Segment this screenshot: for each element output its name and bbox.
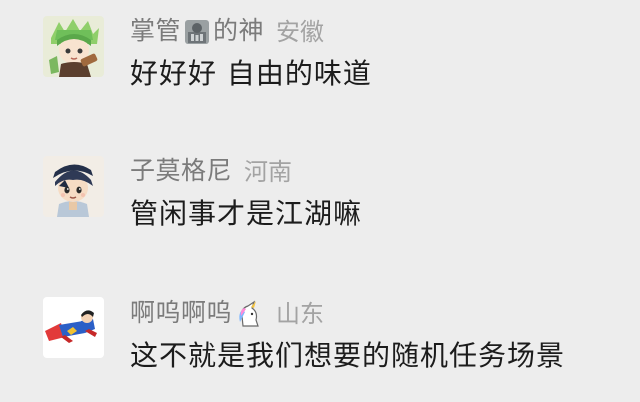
- comment-meta: 啊呜啊呜 山东: [130, 294, 324, 328]
- anime-character-avatar-icon: [43, 16, 104, 77]
- comment-list: 掌管 的神 安徽 好好好 自由的味道 子莫格尼 河南 管闲事才是江湖嘛 啊呜啊呜…: [0, 0, 640, 401]
- statue-emoji-icon: [183, 18, 211, 46]
- comment-text: 管闲事才是江湖嘛: [130, 197, 363, 230]
- comment-item: 子莫格尼 河南 管闲事才是江湖嘛: [0, 140, 640, 260]
- cartoon-boy-avatar-icon: [43, 156, 104, 217]
- location-label: 安徽: [276, 17, 325, 46]
- username[interactable]: 啊呜啊呜: [130, 293, 264, 329]
- avatar[interactable]: [43, 297, 104, 358]
- username[interactable]: 子莫格尼: [130, 151, 232, 187]
- avatar[interactable]: [43, 156, 104, 217]
- comment-text: 好好好 自由的味道: [130, 57, 372, 90]
- comment-item: 啊呜啊呜 山东 这不就是我们想要的随机任务场景: [0, 282, 640, 402]
- comment-meta: 子莫格尼 河南: [130, 152, 292, 186]
- unicorn-emoji-icon: [234, 300, 262, 328]
- comment-text: 这不就是我们想要的随机任务场景: [130, 339, 566, 372]
- comment-meta: 掌管 的神 安徽: [130, 12, 324, 46]
- comment-item: 掌管 的神 安徽 好好好 自由的味道: [0, 0, 640, 120]
- flying-superhero-avatar-icon: [43, 297, 104, 358]
- avatar[interactable]: [43, 16, 104, 77]
- username[interactable]: 掌管 的神: [130, 11, 264, 47]
- location-label: 山东: [276, 299, 325, 328]
- location-label: 河南: [244, 157, 293, 186]
